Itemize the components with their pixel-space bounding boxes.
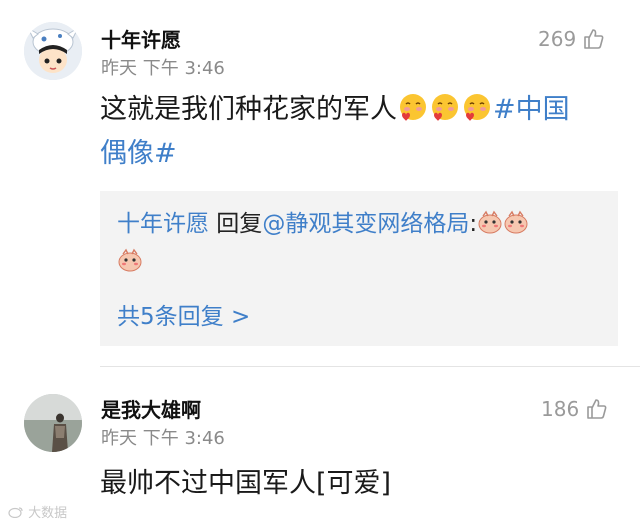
avatar-cartoon-image bbox=[24, 22, 82, 80]
hashtag-link-continued[interactable]: 偶像# bbox=[100, 138, 177, 169]
like-button[interactable]: 186 bbox=[541, 397, 609, 421]
blush-heart-emoji-icon bbox=[432, 94, 458, 121]
timestamp: 昨天 下午 3:46 bbox=[101, 58, 225, 79]
face-emoji-icon bbox=[478, 210, 502, 234]
reply-action: 回复 bbox=[209, 211, 263, 237]
comment-text: 这就是我们种花家的军人 #中国 偶像# bbox=[100, 88, 620, 176]
thumbs-up-icon bbox=[584, 29, 604, 49]
reply-mention[interactable]: @静观其变网络格局 bbox=[262, 211, 469, 237]
weibo-watermark: 大数据 bbox=[8, 502, 67, 521]
face-emoji-icon bbox=[118, 248, 142, 272]
comment-item: 十年许愿 昨天 下午 3:46 269 这就是我们种花家的军人 #中国 偶像# … bbox=[0, 0, 640, 366]
reply-preview-box[interactable]: 十年许愿 回复@静观其变网络格局: 共5条回复 > bbox=[100, 191, 618, 346]
comment-body: 这就是我们种花家的军人 bbox=[100, 94, 397, 125]
like-count: 186 bbox=[541, 397, 580, 421]
reply-colon: : bbox=[469, 211, 478, 237]
comment-text: 最帅不过中国军人[可爱] bbox=[100, 468, 392, 499]
avatar-photo-image bbox=[24, 394, 82, 452]
comment-item: 是我大雄啊 昨天 下午 3:46 186 最帅不过中国军人[可爱] bbox=[0, 366, 640, 525]
view-more-replies-link[interactable]: 共5条回复 > bbox=[117, 297, 250, 331]
like-count: 269 bbox=[538, 27, 577, 51]
watermark-text: 大数据 bbox=[28, 506, 68, 521]
avatar[interactable] bbox=[24, 394, 82, 452]
username[interactable]: 十年许愿 bbox=[101, 24, 181, 53]
blush-heart-emoji-icon bbox=[464, 94, 490, 121]
hashtag-link[interactable]: #中国 bbox=[493, 94, 570, 125]
timestamp: 昨天 下午 3:46 bbox=[101, 428, 225, 449]
avatar[interactable] bbox=[24, 22, 82, 80]
thumbs-up-icon bbox=[587, 399, 607, 419]
face-emoji-icon bbox=[504, 210, 528, 234]
reply-preview-text: 十年许愿 回复@静观其变网络格局: bbox=[117, 205, 612, 281]
weibo-logo-icon bbox=[8, 507, 23, 519]
like-button[interactable]: 269 bbox=[538, 27, 606, 51]
username[interactable]: 是我大雄啊 bbox=[101, 394, 201, 423]
blush-heart-emoji-icon bbox=[400, 94, 426, 121]
reply-author[interactable]: 十年许愿 bbox=[117, 211, 209, 237]
